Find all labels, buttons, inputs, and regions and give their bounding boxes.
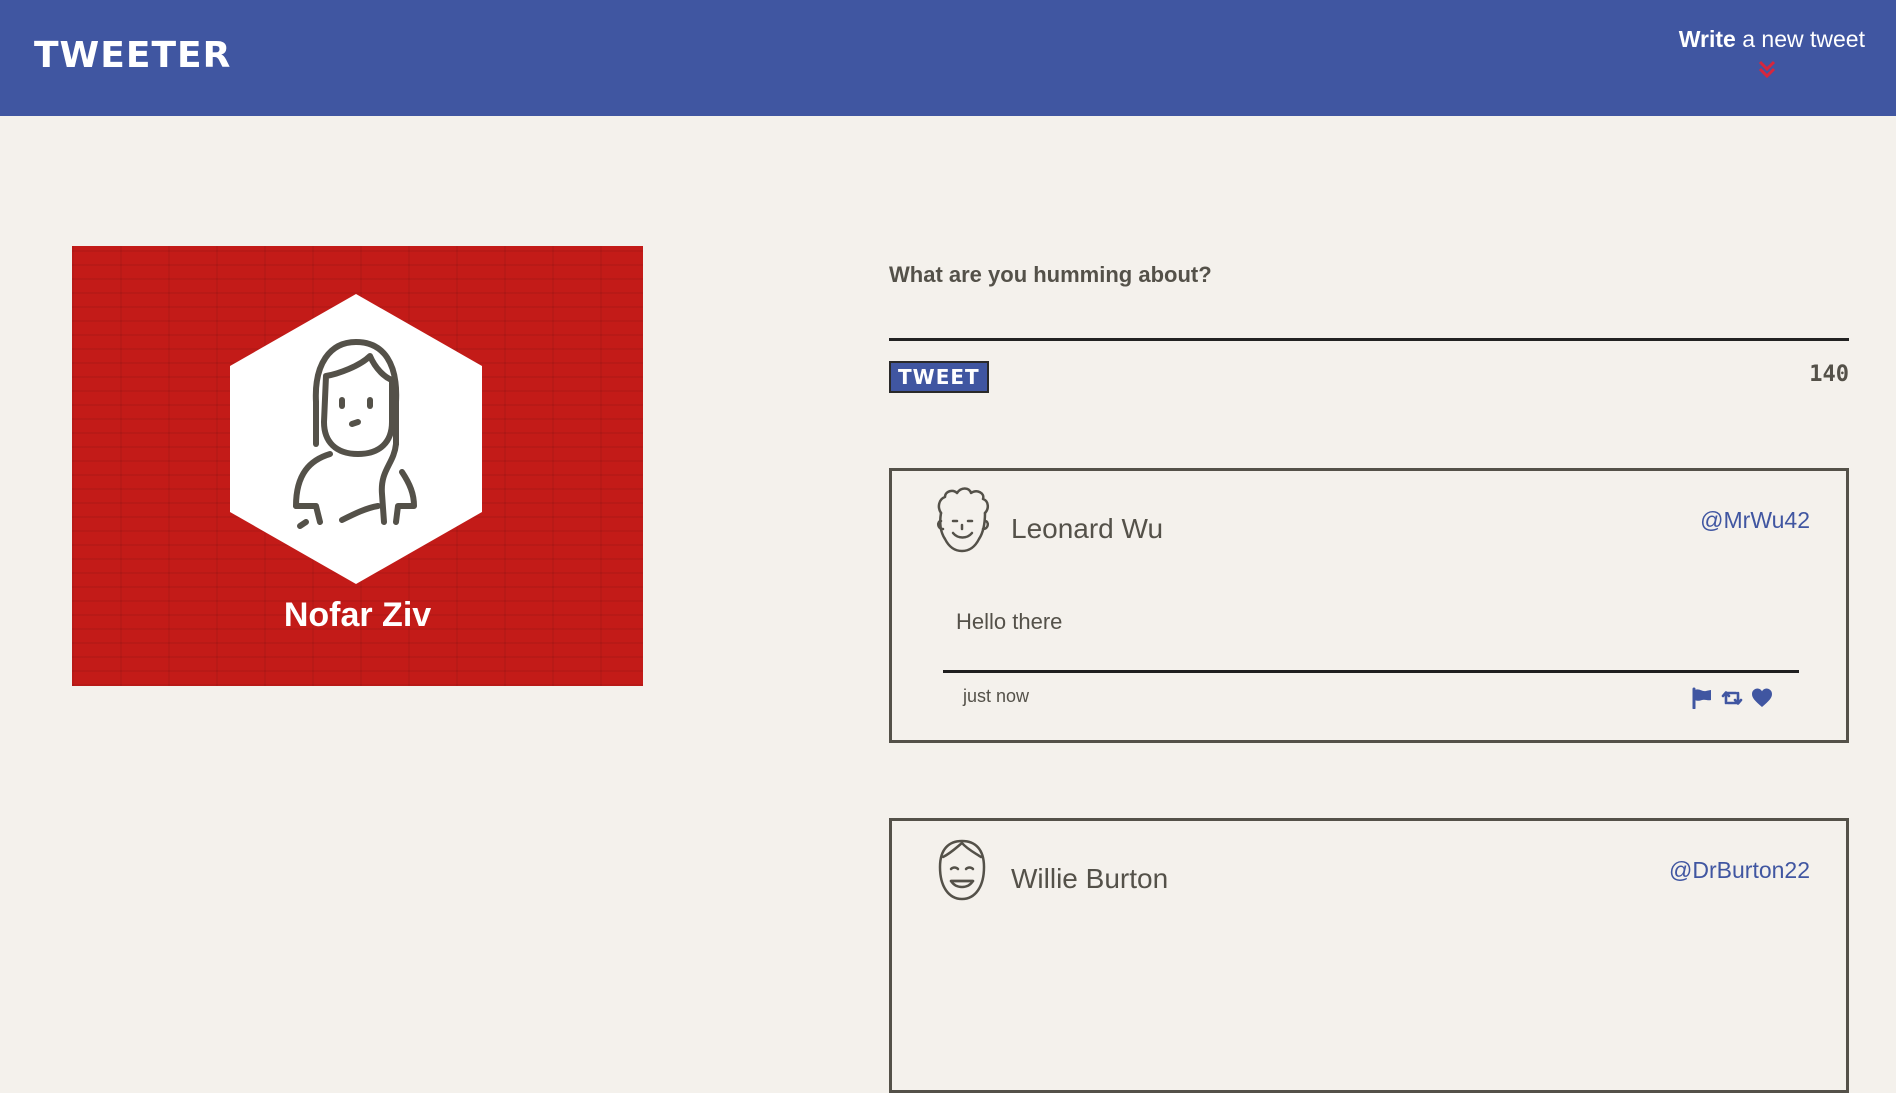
- tweet-author-handle[interactable]: @MrWu42: [1700, 505, 1810, 535]
- tweet-divider: [943, 670, 1799, 673]
- write-label-bold: Write: [1678, 26, 1736, 52]
- tweet-author-name: Willie Burton: [1011, 863, 1169, 894]
- curly-hair-avatar-icon: [937, 487, 989, 553]
- heart-icon[interactable]: [1751, 687, 1773, 709]
- smiling-avatar-icon: [938, 839, 986, 901]
- write-label-rest: a new tweet: [1735, 26, 1865, 52]
- tweet-submit-button[interactable]: TWEET: [889, 361, 989, 393]
- tweet-card: Willie Burton @DrBurton22: [889, 818, 1849, 1093]
- character-counter: 140: [1809, 362, 1849, 387]
- tweet-timestamp: just now: [963, 686, 1030, 706]
- tweet-author-handle[interactable]: @DrBurton22: [1669, 855, 1810, 885]
- profile-avatar: [230, 294, 482, 584]
- new-tweet-form: What are you humming about? TWEET 140: [889, 255, 1849, 393]
- write-new-tweet-label: Write a new tweet: [1665, 24, 1865, 54]
- tweet-text-input[interactable]: [889, 307, 1849, 341]
- tweet-card: Leonard Wu @MrWu42 Hello there just now: [889, 468, 1849, 743]
- profile-name: Nofar Ziv: [283, 596, 432, 634]
- app-logo[interactable]: TWEETER: [34, 34, 231, 78]
- flag-icon[interactable]: [1691, 687, 1713, 710]
- retweet-icon[interactable]: [1721, 687, 1743, 709]
- tweet-content: Hello there: [956, 609, 1063, 634]
- tweet-prompt-label: What are you humming about?: [889, 262, 1212, 287]
- tweet-author-name: Leonard Wu: [1011, 513, 1164, 544]
- top-nav-bar: TWEETER Write a new tweet: [0, 0, 1896, 116]
- write-new-tweet-toggle[interactable]: Write a new tweet: [1665, 24, 1865, 79]
- double-chevron-down-icon[interactable]: [1755, 58, 1779, 82]
- tweet-actions: [1691, 687, 1773, 710]
- profile-card: Nofar Ziv: [72, 246, 643, 686]
